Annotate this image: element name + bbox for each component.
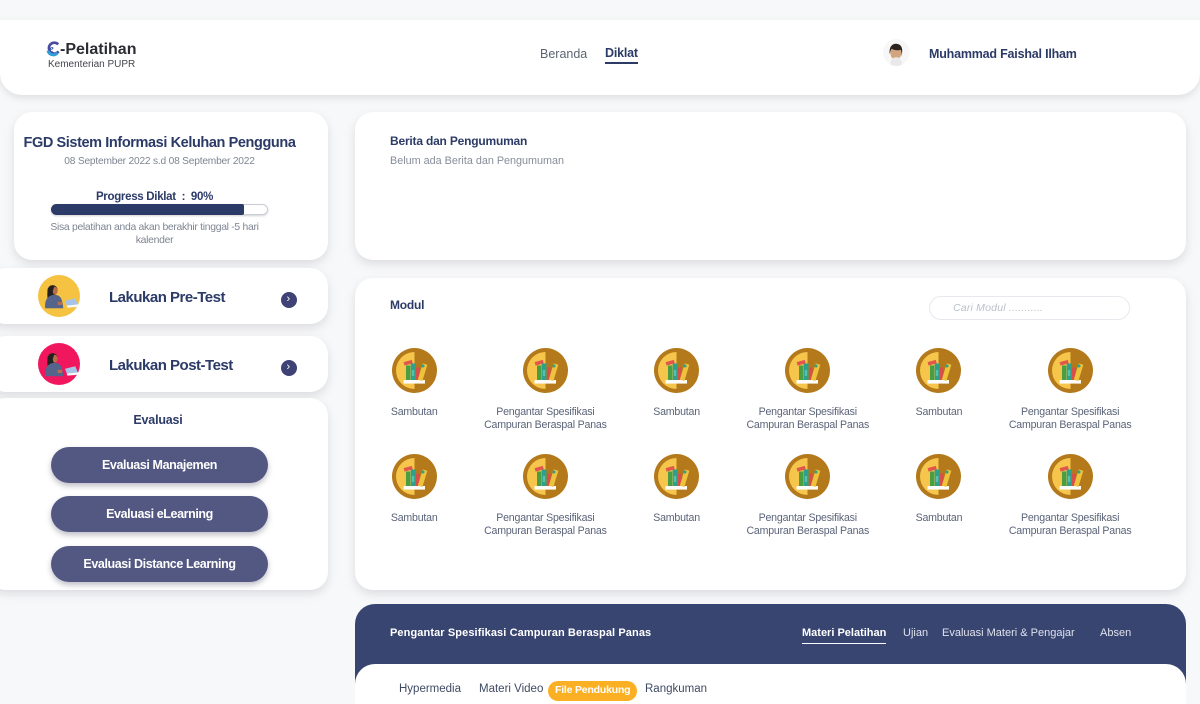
svg-text:e: e <box>49 44 54 55</box>
